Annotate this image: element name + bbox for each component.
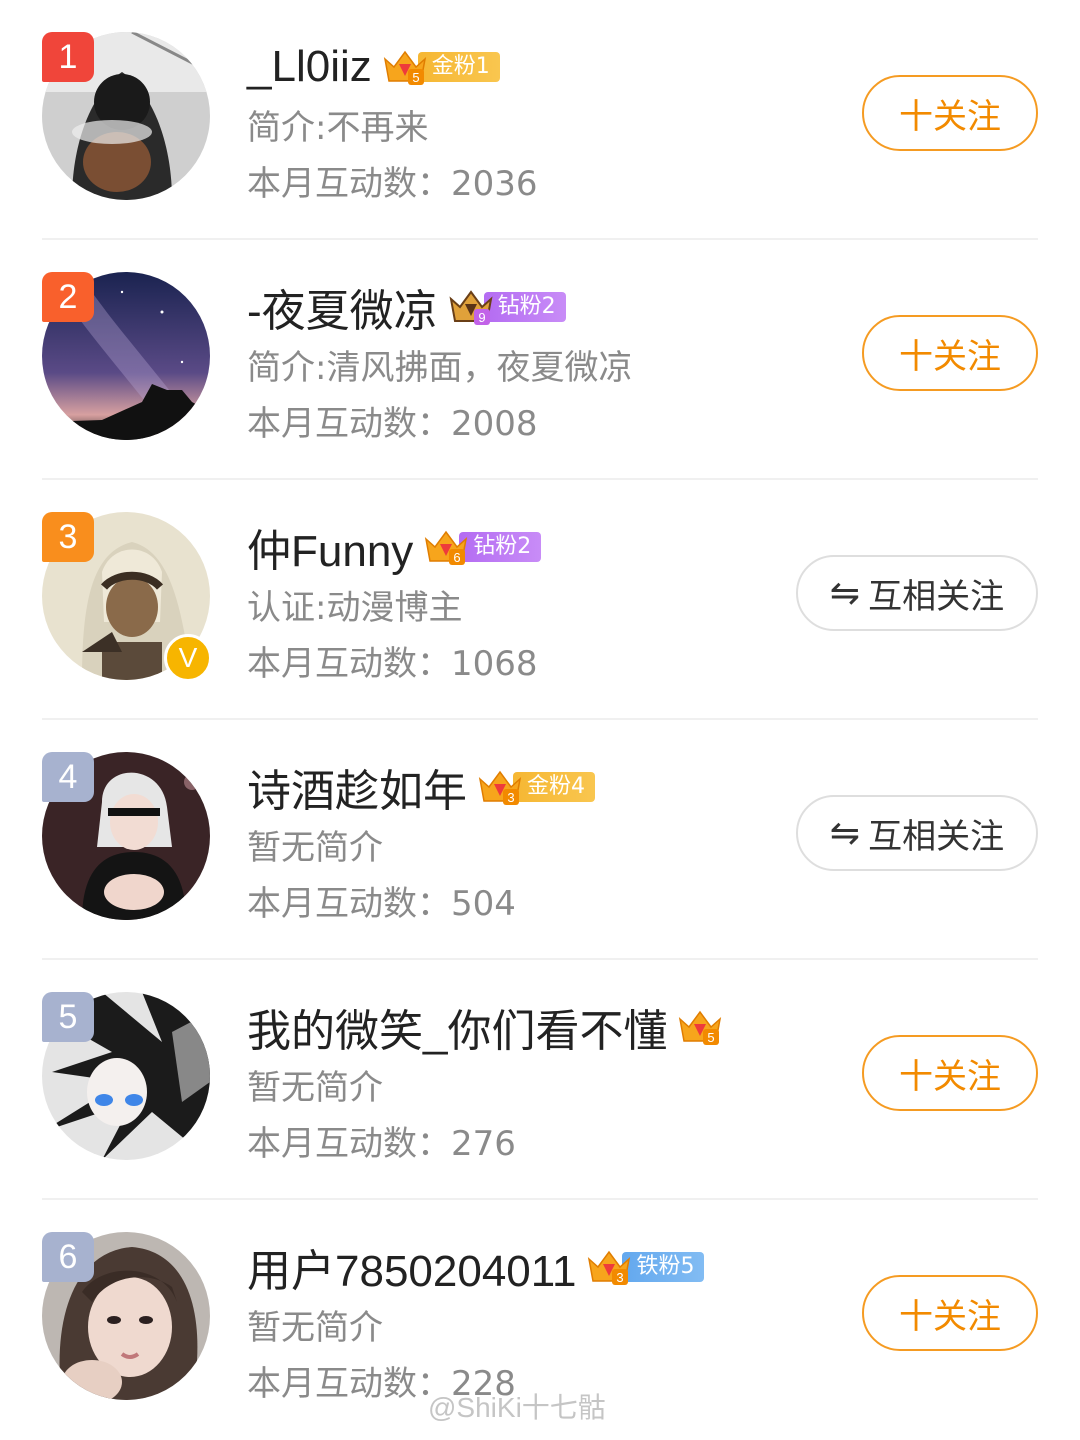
follow-button-label: 十关注 [899,1296,1001,1337]
bio: 简介:清风拂面，夜夏微凉 [247,348,633,388]
list-item[interactable]: 2 -夜夏微凉 9 钻粉2 简介:清风拂面，夜夏微凉 本月互动数：2008 十关… [0,240,1080,480]
name-line: 仲Funny 6 钻粉2 [247,520,542,576]
username[interactable]: 我的微笑_你们看不懂 [247,995,667,1059]
crown-icon: 6 [423,527,469,567]
fan-badge[interactable]: 6 钻粉2 [423,527,542,567]
monthly-interactions: 本月互动数：2008 [247,396,538,445]
crown-level: 6 [454,550,461,565]
follow-button[interactable]: 十关注 [862,1275,1038,1351]
rank-badge: 6 [42,1232,94,1282]
username[interactable]: 仲Funny [247,515,413,579]
verified-v-icon: V [164,634,212,682]
follow-button[interactable]: 十关注 [862,75,1038,151]
crown-icon: 3 [477,767,523,807]
follow-button-label: 十关注 [899,96,1001,137]
username[interactable]: _Ll0iiz [247,42,372,92]
username[interactable]: -夜夏微凉 [247,275,438,339]
crown-level: 3 [617,1270,624,1285]
rank-badge: 4 [42,752,94,802]
fan-badge-label: 金粉1 [417,52,500,82]
name-line: 我的微笑_你们看不懂 5 [247,1000,723,1056]
name-line: 用户7850204011 3 铁粉5 [247,1240,705,1296]
swap-arrows-icon: ⇋ [829,812,861,854]
stat-label: 本月互动数： [247,644,451,684]
list-item[interactable]: 3 V 仲Funny 6 钻粉2 认证:动漫博主 本月互动数：1068 ⇋ 互相关… [0,480,1080,720]
bio: 暂无简介 [247,1308,383,1348]
bio: 认证:动漫博主 [247,588,463,628]
mutual-button-label: 互相关注 [868,576,1005,617]
username[interactable]: 用户7850204011 [247,1235,576,1299]
monthly-interactions: 本月互动数：276 [247,1116,516,1165]
bio: 简介:不再来 [247,108,429,148]
fan-badge-label: 钻粉2 [459,532,542,562]
follow-button-label: 十关注 [899,1056,1001,1097]
watermark: @ShiKi十七骷 [428,1392,606,1423]
fan-badge-label: 金粉4 [513,772,595,802]
bio: 暂无简介 [247,1068,383,1108]
crown-icon: 5 [677,1007,723,1047]
fan-badge[interactable]: 9 钻粉2 [448,287,566,327]
rank-badge: 1 [42,32,94,82]
fan-badge-label: 钻粉2 [483,292,566,322]
crown-icon: 5 [382,47,428,87]
crown-level: 9 [478,310,485,325]
stat-value: 276 [451,1124,516,1164]
mutual-follow-button[interactable]: ⇋ 互相关注 [796,555,1038,631]
rank-badge: 2 [42,272,94,322]
monthly-interactions: 本月互动数：1068 [247,636,538,685]
mutual-follow-button[interactable]: ⇋ 互相关注 [796,795,1038,871]
bio: 暂无简介 [247,828,383,868]
monthly-interactions: 本月互动数：2036 [247,156,538,205]
stat-value: 1068 [451,644,538,684]
fan-badge[interactable]: 3 金粉4 [477,767,595,807]
stat-label: 本月互动数： [247,404,451,444]
crown-icon: 3 [586,1247,632,1287]
stat-label: 本月互动数： [247,164,451,204]
username[interactable]: 诗酒趁如年 [247,755,467,819]
rank-badge: 3 [42,512,94,562]
name-line: 诗酒趁如年 3 金粉4 [247,760,595,816]
stat-value: 504 [451,884,516,924]
mutual-button-label: 互相关注 [868,816,1005,857]
list-item[interactable]: 5 我的微笑_你们看不懂 5 暂无简介 本月互动数：276 十关注 [0,960,1080,1200]
follow-button[interactable]: 十关注 [862,1035,1038,1111]
crown-level: 3 [507,790,514,805]
list-item[interactable]: 1 _Ll0iiz 5 金粉1 简介:不再来 本月互动数：2036 十关注 [0,0,1080,240]
crown-level: 5 [708,1030,715,1045]
monthly-interactions: 本月互动数：504 [247,876,516,925]
fan-badge[interactable]: 5 [677,1007,723,1047]
name-line: _Ll0iiz 5 金粉1 [247,40,500,94]
crown-icon: 9 [448,287,494,327]
follow-button-label: 十关注 [899,336,1001,377]
list-item[interactable]: 4 诗酒趁如年 3 金粉4 暂无简介 本月互动数：504 ⇋ 互相关注 [0,720,1080,960]
stat-label: 本月互动数： [247,1124,451,1164]
fan-badge-label: 铁粉5 [622,1252,705,1282]
name-line: -夜夏微凉 9 钻粉2 [247,280,566,336]
stat-value: 2008 [451,404,538,444]
swap-arrows-icon: ⇋ [829,572,861,614]
stat-label: 本月互动数： [247,1364,451,1404]
rank-badge: 5 [42,992,94,1042]
fan-badge[interactable]: 3 铁粉5 [586,1247,705,1287]
crown-level: 5 [412,70,419,85]
stat-label: 本月互动数： [247,884,451,924]
stat-value: 2036 [451,164,538,204]
follow-button[interactable]: 十关注 [862,315,1038,391]
fan-badge[interactable]: 5 金粉1 [382,47,500,87]
